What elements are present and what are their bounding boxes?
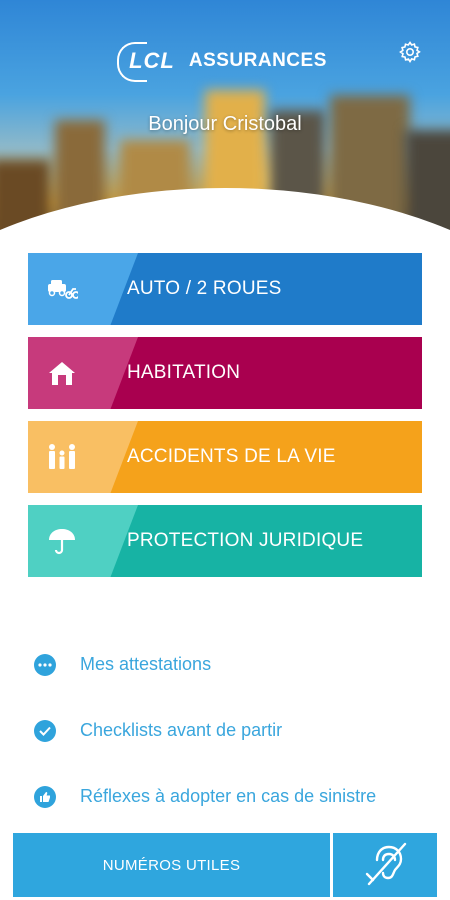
quick-links: Mes attestations Checklists avant de par… [34, 648, 424, 846]
house-icon [46, 359, 78, 387]
family-icon [46, 443, 78, 471]
settings-gear-icon[interactable] [398, 40, 422, 64]
category-label: PROTECTION JURIDIQUE [127, 530, 364, 551]
logo-mark: LCL [117, 42, 181, 82]
category-list: AUTO / 2 ROUES HABITATION ACCIDENTS DE L… [28, 253, 422, 589]
app-logo: LCL ASSURANCES [0, 42, 450, 82]
hearing-impaired-icon [361, 838, 409, 893]
category-juridique-button[interactable]: PROTECTION JURIDIQUE [28, 505, 422, 577]
category-habitation-button[interactable]: HABITATION [28, 337, 422, 409]
car-icon [46, 275, 80, 303]
category-accent [28, 337, 138, 409]
category-auto-button[interactable]: AUTO / 2 ROUES [28, 253, 422, 325]
category-accent [28, 421, 138, 493]
header-banner: LCL ASSURANCES Bonjour Cristobal [0, 0, 450, 270]
useful-numbers-button[interactable]: NUMÉROS UTILES [13, 833, 330, 897]
link-reflexes[interactable]: Réflexes à adopter en cas de sinistre [34, 780, 424, 813]
link-label: Mes attestations [80, 654, 212, 674]
category-accent [28, 253, 138, 325]
thumbs-up-icon [34, 785, 56, 808]
more-dots-icon [34, 653, 56, 676]
link-label: Réflexes à adopter en cas de sinistre [80, 786, 377, 806]
category-label: HABITATION [127, 362, 241, 383]
link-attestations[interactable]: Mes attestations [34, 648, 424, 681]
umbrella-icon [46, 527, 78, 555]
logo-text: ASSURANCES [188, 50, 327, 71]
category-accidents-button[interactable]: ACCIDENTS DE LA VIE [28, 421, 422, 493]
greeting-text: Bonjour Cristobal [148, 113, 302, 135]
hearing-impaired-button[interactable] [333, 833, 437, 897]
check-circle-icon [34, 719, 56, 742]
category-label: AUTO / 2 ROUES [127, 278, 282, 299]
link-checklists[interactable]: Checklists avant de partir [34, 714, 424, 747]
category-label: ACCIDENTS DE LA VIE [127, 446, 336, 467]
category-accent [28, 505, 138, 577]
link-label: Checklists avant de partir [80, 720, 283, 740]
